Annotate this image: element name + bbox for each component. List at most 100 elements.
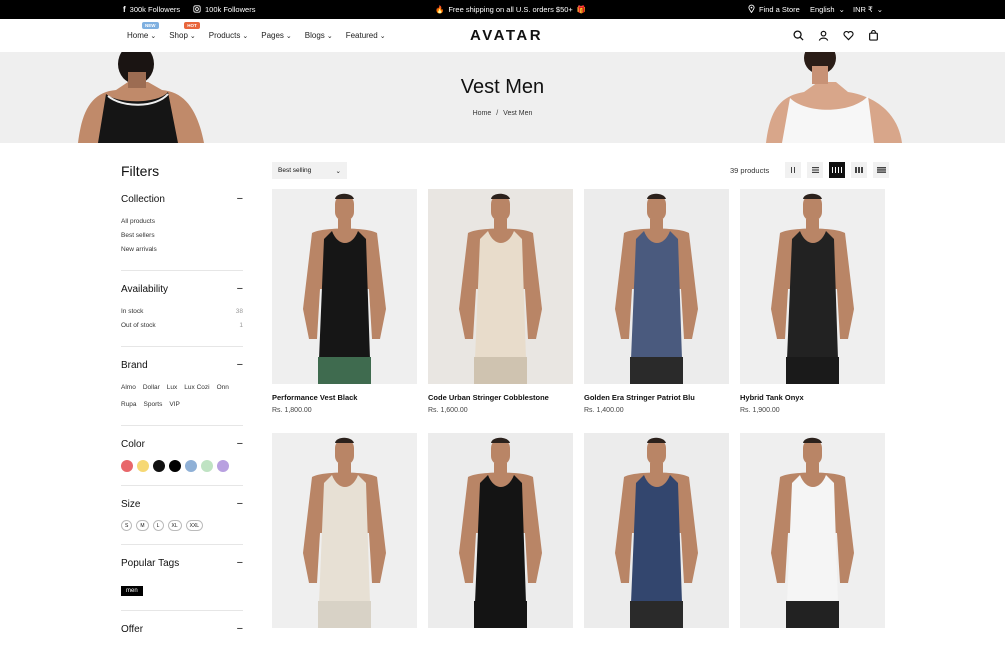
tag-chip[interactable]: men bbox=[121, 586, 143, 596]
collapse-minus-icon[interactable]: − bbox=[237, 438, 243, 450]
product-image[interactable] bbox=[428, 189, 573, 384]
view-5-columns-button[interactable] bbox=[873, 162, 889, 178]
collection-item[interactable]: All products bbox=[121, 215, 243, 229]
collapse-minus-icon[interactable]: − bbox=[237, 498, 243, 510]
brand-option[interactable]: Onn bbox=[217, 381, 229, 395]
color-swatch[interactable] bbox=[217, 460, 229, 472]
product-price: Rs. 1,400.00 bbox=[584, 407, 624, 414]
size-option[interactable]: L bbox=[152, 520, 164, 531]
sort-select[interactable]: Best selling ⌄ bbox=[272, 162, 347, 179]
nav-item-shop[interactable]: Shop ⌄ HOT bbox=[169, 22, 200, 40]
color-swatch[interactable] bbox=[137, 460, 149, 472]
nav-item-label: Pages bbox=[261, 31, 284, 40]
product-price: Rs. 1,900.00 bbox=[740, 407, 780, 414]
size-option[interactable]: XXL bbox=[185, 520, 204, 531]
product-image[interactable] bbox=[740, 189, 885, 384]
filter-tags-title: Popular Tags bbox=[121, 557, 180, 569]
breadcrumb-current: Vest Men bbox=[503, 110, 533, 117]
view-3-columns-button[interactable] bbox=[851, 162, 867, 178]
collection-item[interactable]: Best sellers bbox=[121, 229, 243, 243]
language-selector[interactable]: English ⌄ bbox=[810, 0, 845, 19]
color-swatch[interactable] bbox=[153, 460, 165, 472]
product-card[interactable] bbox=[584, 433, 729, 637]
collapse-minus-icon[interactable]: − bbox=[237, 623, 243, 635]
availability-in-stock[interactable]: In stock 38 bbox=[121, 305, 243, 319]
collection-banner: Vest Men Home / Vest Men bbox=[0, 52, 1005, 143]
product-image[interactable] bbox=[272, 189, 417, 384]
filter-brand-title: Brand bbox=[121, 359, 148, 371]
wishlist-heart-icon[interactable] bbox=[842, 29, 855, 42]
color-swatch[interactable] bbox=[169, 460, 181, 472]
filter-tags-header[interactable]: Popular Tags − bbox=[121, 557, 243, 569]
product-name[interactable]: Hybrid Tank Onyx bbox=[740, 393, 885, 402]
view-2-columns-button[interactable] bbox=[785, 162, 801, 178]
account-icon[interactable] bbox=[817, 29, 830, 42]
nav-item-pages[interactable]: Pages ⌄ bbox=[261, 31, 292, 40]
filter-collection-header[interactable]: Collection − bbox=[121, 193, 243, 205]
product-name[interactable]: Performance Vest Black bbox=[272, 393, 417, 402]
availability-count: 38 bbox=[235, 308, 243, 315]
filter-offer-header[interactable]: Offer − bbox=[121, 623, 243, 635]
nav-item-products[interactable]: Products ⌄ bbox=[209, 31, 248, 40]
nav-item-home[interactable]: Home ⌄ NEW bbox=[127, 22, 159, 40]
nav-item-label: Home bbox=[127, 31, 149, 40]
nav-item-featured[interactable]: Featured ⌄ bbox=[346, 31, 386, 40]
color-swatch[interactable] bbox=[121, 460, 133, 472]
collapse-minus-icon[interactable]: − bbox=[237, 283, 243, 295]
availability-label: In stock bbox=[121, 308, 144, 315]
brand-option[interactable]: Lux Cozi bbox=[184, 381, 209, 395]
brand-option[interactable]: Rupa bbox=[121, 398, 137, 412]
product-card[interactable]: Hybrid Tank Onyx Rs. 1,900.00 bbox=[740, 189, 885, 414]
product-name[interactable]: Code Urban Stringer Cobblestone bbox=[428, 393, 573, 402]
product-image[interactable] bbox=[740, 433, 885, 628]
view-4-columns-button[interactable] bbox=[829, 162, 845, 178]
product-card[interactable]: Code Urban Stringer Cobblestone Rs. 1,600… bbox=[428, 189, 573, 414]
brand-option[interactable]: Lux bbox=[167, 381, 177, 395]
collapse-minus-icon[interactable]: − bbox=[237, 557, 243, 569]
availability-out-of-stock[interactable]: Out of stock 1 bbox=[121, 319, 243, 333]
filter-availability-header[interactable]: Availability − bbox=[121, 283, 243, 295]
collection-item[interactable]: New arrivals bbox=[121, 243, 243, 257]
search-icon[interactable] bbox=[792, 29, 805, 42]
nav-item-blogs[interactable]: Blogs ⌄ bbox=[305, 31, 333, 40]
product-card[interactable]: Performance Vest Black Rs. 1,800.00 bbox=[272, 189, 417, 414]
product-card[interactable] bbox=[740, 433, 885, 637]
facebook-icon: f bbox=[123, 5, 126, 14]
filter-size-header[interactable]: Size − bbox=[121, 498, 243, 510]
find-store-label: Find a Store bbox=[759, 5, 800, 14]
product-image[interactable] bbox=[584, 189, 729, 384]
brand-option[interactable]: Sports bbox=[144, 398, 163, 412]
product-card[interactable]: Golden Era Stringer Patriot Blu Rs. 1,400… bbox=[584, 189, 729, 414]
find-store-link[interactable]: Find a Store bbox=[748, 0, 800, 19]
size-option[interactable]: XL bbox=[167, 520, 182, 531]
color-swatch[interactable] bbox=[185, 460, 197, 472]
site-logo[interactable]: AVATAR bbox=[470, 27, 543, 44]
product-image[interactable] bbox=[272, 433, 417, 628]
product-image[interactable] bbox=[584, 433, 729, 628]
brand-option[interactable]: VIP bbox=[169, 398, 179, 412]
size-option[interactable]: S bbox=[121, 520, 133, 531]
collapse-minus-icon[interactable]: − bbox=[237, 193, 243, 205]
view-list-button[interactable] bbox=[807, 162, 823, 178]
size-option[interactable]: M bbox=[136, 520, 149, 531]
collapse-minus-icon[interactable]: − bbox=[237, 359, 243, 371]
currency-selector[interactable]: INR ₹ ⌄ bbox=[853, 0, 883, 19]
product-card[interactable] bbox=[272, 433, 417, 637]
filter-color-header[interactable]: Color − bbox=[121, 438, 243, 450]
product-name[interactable]: Golden Era Stringer Patriot Blu bbox=[584, 393, 729, 402]
chevron-down-icon: ⌄ bbox=[335, 167, 341, 175]
product-image[interactable] bbox=[428, 433, 573, 628]
instagram-link[interactable]: 100k Followers bbox=[193, 0, 255, 19]
color-swatch[interactable] bbox=[201, 460, 213, 472]
availability-count: 1 bbox=[239, 322, 243, 329]
brand-option[interactable]: Almo bbox=[121, 381, 136, 395]
shipping-text: Free shipping on all U.S. orders $50+ bbox=[448, 5, 573, 14]
filter-brand-header[interactable]: Brand − bbox=[121, 359, 243, 371]
brand-option[interactable]: Dollar bbox=[143, 381, 160, 395]
instagram-followers: 100k Followers bbox=[205, 5, 256, 14]
cart-bag-icon[interactable] bbox=[867, 29, 880, 42]
chevron-down-icon: ⌄ bbox=[326, 32, 333, 40]
facebook-link[interactable]: f 300k Followers bbox=[123, 0, 180, 19]
breadcrumb-home[interactable]: Home bbox=[473, 110, 492, 117]
product-card[interactable] bbox=[428, 433, 573, 637]
